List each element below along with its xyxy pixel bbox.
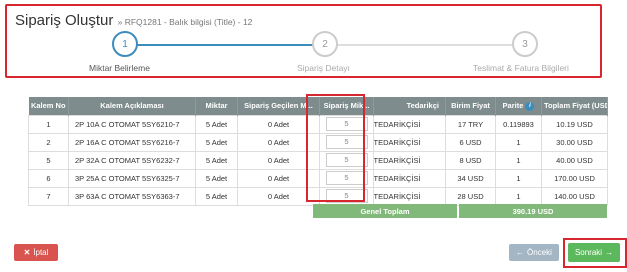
items-table: Kalem No Kalem Açıklaması Miktar Sipariş… bbox=[28, 97, 608, 206]
close-icon: ✕ bbox=[23, 248, 31, 257]
cell-miktar: 5 Adet bbox=[195, 132, 238, 152]
cell-tedarikci: A TEDARİKÇİSİ bbox=[373, 186, 446, 206]
cell-tedarikci: A TEDARİKÇİSİ bbox=[373, 114, 446, 134]
col-header-gecilen[interactable]: Sipariş Geçilen M... bbox=[237, 97, 320, 115]
cell-aciklama: 3P 63A C OTOMAT 5SY6363-7 bbox=[68, 186, 196, 206]
cell-kalem-no: 2 bbox=[28, 132, 69, 152]
step-3-label: Teslimat & Fatura Bilgileri bbox=[473, 63, 569, 73]
col-header-tedarikci[interactable]: Tedarikçi bbox=[373, 97, 446, 115]
page-subtitle: » RFQ1281 - Balık bilgisi (Title) - 12 bbox=[117, 17, 253, 27]
cell-birim-fiyat: 8 USD bbox=[445, 150, 496, 170]
table-row: 5 2P 32A C OTOMAT 5SY6232-7 5 Adet 0 Ade… bbox=[28, 150, 608, 170]
cell-gecilen: 0 Adet bbox=[237, 186, 320, 206]
col-header-siparis-miktar[interactable]: Sipariş Mik... bbox=[319, 97, 374, 115]
step-2-label: Sipariş Detayı bbox=[297, 63, 350, 73]
grand-total-label: Genel Toplam bbox=[313, 204, 457, 218]
cell-kalem-no: 7 bbox=[28, 186, 69, 206]
cell-gecilen: 0 Adet bbox=[237, 132, 320, 152]
cell-gecilen: 0 Adet bbox=[237, 150, 320, 170]
col-header-birim-fiyat[interactable]: Birim Fiyat bbox=[445, 97, 496, 115]
cancel-button-label: İptal bbox=[33, 248, 49, 257]
info-icon[interactable]: i bbox=[525, 101, 535, 111]
cell-miktar: 5 Adet bbox=[195, 114, 238, 134]
cell-birim-fiyat: 28 USD bbox=[445, 186, 496, 206]
cell-parite: 0.119893 bbox=[495, 114, 542, 134]
cell-toplam: 10.19 USD bbox=[541, 114, 608, 134]
table-row: 1 2P 10A C OTOMAT 5SY6210-7 5 Adet 0 Ade… bbox=[28, 114, 608, 134]
table-row: 6 3P 25A C OTOMAT 5SY6325-7 5 Adet 0 Ade… bbox=[28, 168, 608, 188]
quantity-input[interactable]: 5 bbox=[325, 153, 368, 167]
col-header-toplam[interactable]: Toplam Fiyat (USD) bbox=[541, 97, 608, 115]
step-2-circle[interactable]: 2 bbox=[312, 31, 338, 57]
previous-button-label: Önceki bbox=[527, 248, 552, 257]
cell-aciklama: 2P 16A C OTOMAT 5SY6216-7 bbox=[68, 132, 196, 152]
cancel-button[interactable]: ✕ İptal bbox=[14, 244, 58, 261]
cell-tedarikci: A TEDARİKÇİSİ bbox=[373, 150, 446, 170]
cell-gecilen: 0 Adet bbox=[237, 114, 320, 134]
supplier-name: A TEDARİKÇİSİ bbox=[373, 173, 421, 183]
header-panel: Sipariş Oluştur » RFQ1281 - Balık bilgis… bbox=[5, 4, 602, 78]
col-header-parite[interactable]: Parite i bbox=[495, 97, 542, 115]
cell-miktar: 5 Adet bbox=[195, 168, 238, 188]
quantity-input[interactable]: 5 bbox=[325, 117, 368, 131]
quantity-input[interactable]: 5 bbox=[325, 171, 368, 185]
step-3-circle[interactable]: 3 bbox=[512, 31, 538, 57]
col-header-aciklama[interactable]: Kalem Açıklaması bbox=[68, 97, 196, 115]
step-1-circle[interactable]: 1 bbox=[112, 31, 138, 57]
previous-button[interactable]: ← Önceki bbox=[509, 244, 559, 261]
col-header-parite-label: Parite bbox=[502, 100, 524, 110]
cell-tedarikci: A TEDARİKÇİSİ bbox=[373, 132, 446, 152]
cell-siparis-miktar: 5 bbox=[319, 168, 374, 188]
stepper-progress-line bbox=[125, 44, 325, 46]
cell-birim-fiyat: 17 TRY bbox=[445, 114, 496, 134]
cell-kalem-no: 5 bbox=[28, 150, 69, 170]
cell-kalem-no: 6 bbox=[28, 168, 69, 188]
arrow-left-icon: ← bbox=[516, 248, 525, 257]
title-row: Sipariş Oluştur » RFQ1281 - Balık bilgis… bbox=[15, 12, 252, 29]
supplier-name: A TEDARİKÇİSİ bbox=[373, 191, 421, 201]
col-header-kalem-no[interactable]: Kalem No bbox=[28, 97, 69, 115]
cell-siparis-miktar: 5 bbox=[319, 132, 374, 152]
cell-gecilen: 0 Adet bbox=[237, 168, 320, 188]
next-button[interactable]: Sonraki → bbox=[568, 243, 620, 262]
stepper-remaining-line bbox=[325, 44, 525, 46]
supplier-name: A TEDARİKÇİSİ bbox=[373, 119, 421, 129]
cell-siparis-miktar: 5 bbox=[319, 186, 374, 206]
supplier-name: A TEDARİKÇİSİ bbox=[373, 137, 421, 147]
cell-parite: 1 bbox=[495, 132, 542, 152]
cell-aciklama: 2P 10A C OTOMAT 5SY6210-7 bbox=[68, 114, 196, 134]
supplier-name: A TEDARİKÇİSİ bbox=[373, 155, 421, 165]
cell-parite: 1 bbox=[495, 186, 542, 206]
page-title: Sipariş Oluştur bbox=[15, 12, 114, 29]
cell-parite: 1 bbox=[495, 150, 542, 170]
cell-tedarikci: A TEDARİKÇİSİ bbox=[373, 168, 446, 188]
grand-total-value: 390.19 USD bbox=[459, 204, 607, 218]
cell-miktar: 5 Adet bbox=[195, 186, 238, 206]
cell-toplam: 40.00 USD bbox=[541, 150, 608, 170]
step-1-label: Miktar Belirleme bbox=[89, 63, 150, 73]
col-header-miktar[interactable]: Miktar bbox=[195, 97, 238, 115]
cell-toplam: 170.00 USD bbox=[541, 168, 608, 188]
cell-birim-fiyat: 6 USD bbox=[445, 132, 496, 152]
table-row: 7 3P 63A C OTOMAT 5SY6363-7 5 Adet 0 Ade… bbox=[28, 186, 608, 206]
cell-toplam: 140.00 USD bbox=[541, 186, 608, 206]
cell-birim-fiyat: 34 USD bbox=[445, 168, 496, 188]
arrow-right-icon: → bbox=[605, 248, 614, 257]
cell-siparis-miktar: 5 bbox=[319, 114, 374, 134]
quantity-input[interactable]: 5 bbox=[325, 189, 368, 203]
next-button-label: Sonraki bbox=[574, 248, 603, 257]
table-header-row: Kalem No Kalem Açıklaması Miktar Sipariş… bbox=[28, 97, 608, 115]
quantity-input[interactable]: 5 bbox=[325, 135, 368, 149]
cell-siparis-miktar: 5 bbox=[319, 150, 374, 170]
cell-kalem-no: 1 bbox=[28, 114, 69, 134]
cell-aciklama: 2P 32A C OTOMAT 5SY6232-7 bbox=[68, 150, 196, 170]
cell-toplam: 30.00 USD bbox=[541, 132, 608, 152]
cell-aciklama: 3P 25A C OTOMAT 5SY6325-7 bbox=[68, 168, 196, 188]
table-row: 2 2P 16A C OTOMAT 5SY6216-7 5 Adet 0 Ade… bbox=[28, 132, 608, 152]
cell-parite: 1 bbox=[495, 168, 542, 188]
cell-miktar: 5 Adet bbox=[195, 150, 238, 170]
